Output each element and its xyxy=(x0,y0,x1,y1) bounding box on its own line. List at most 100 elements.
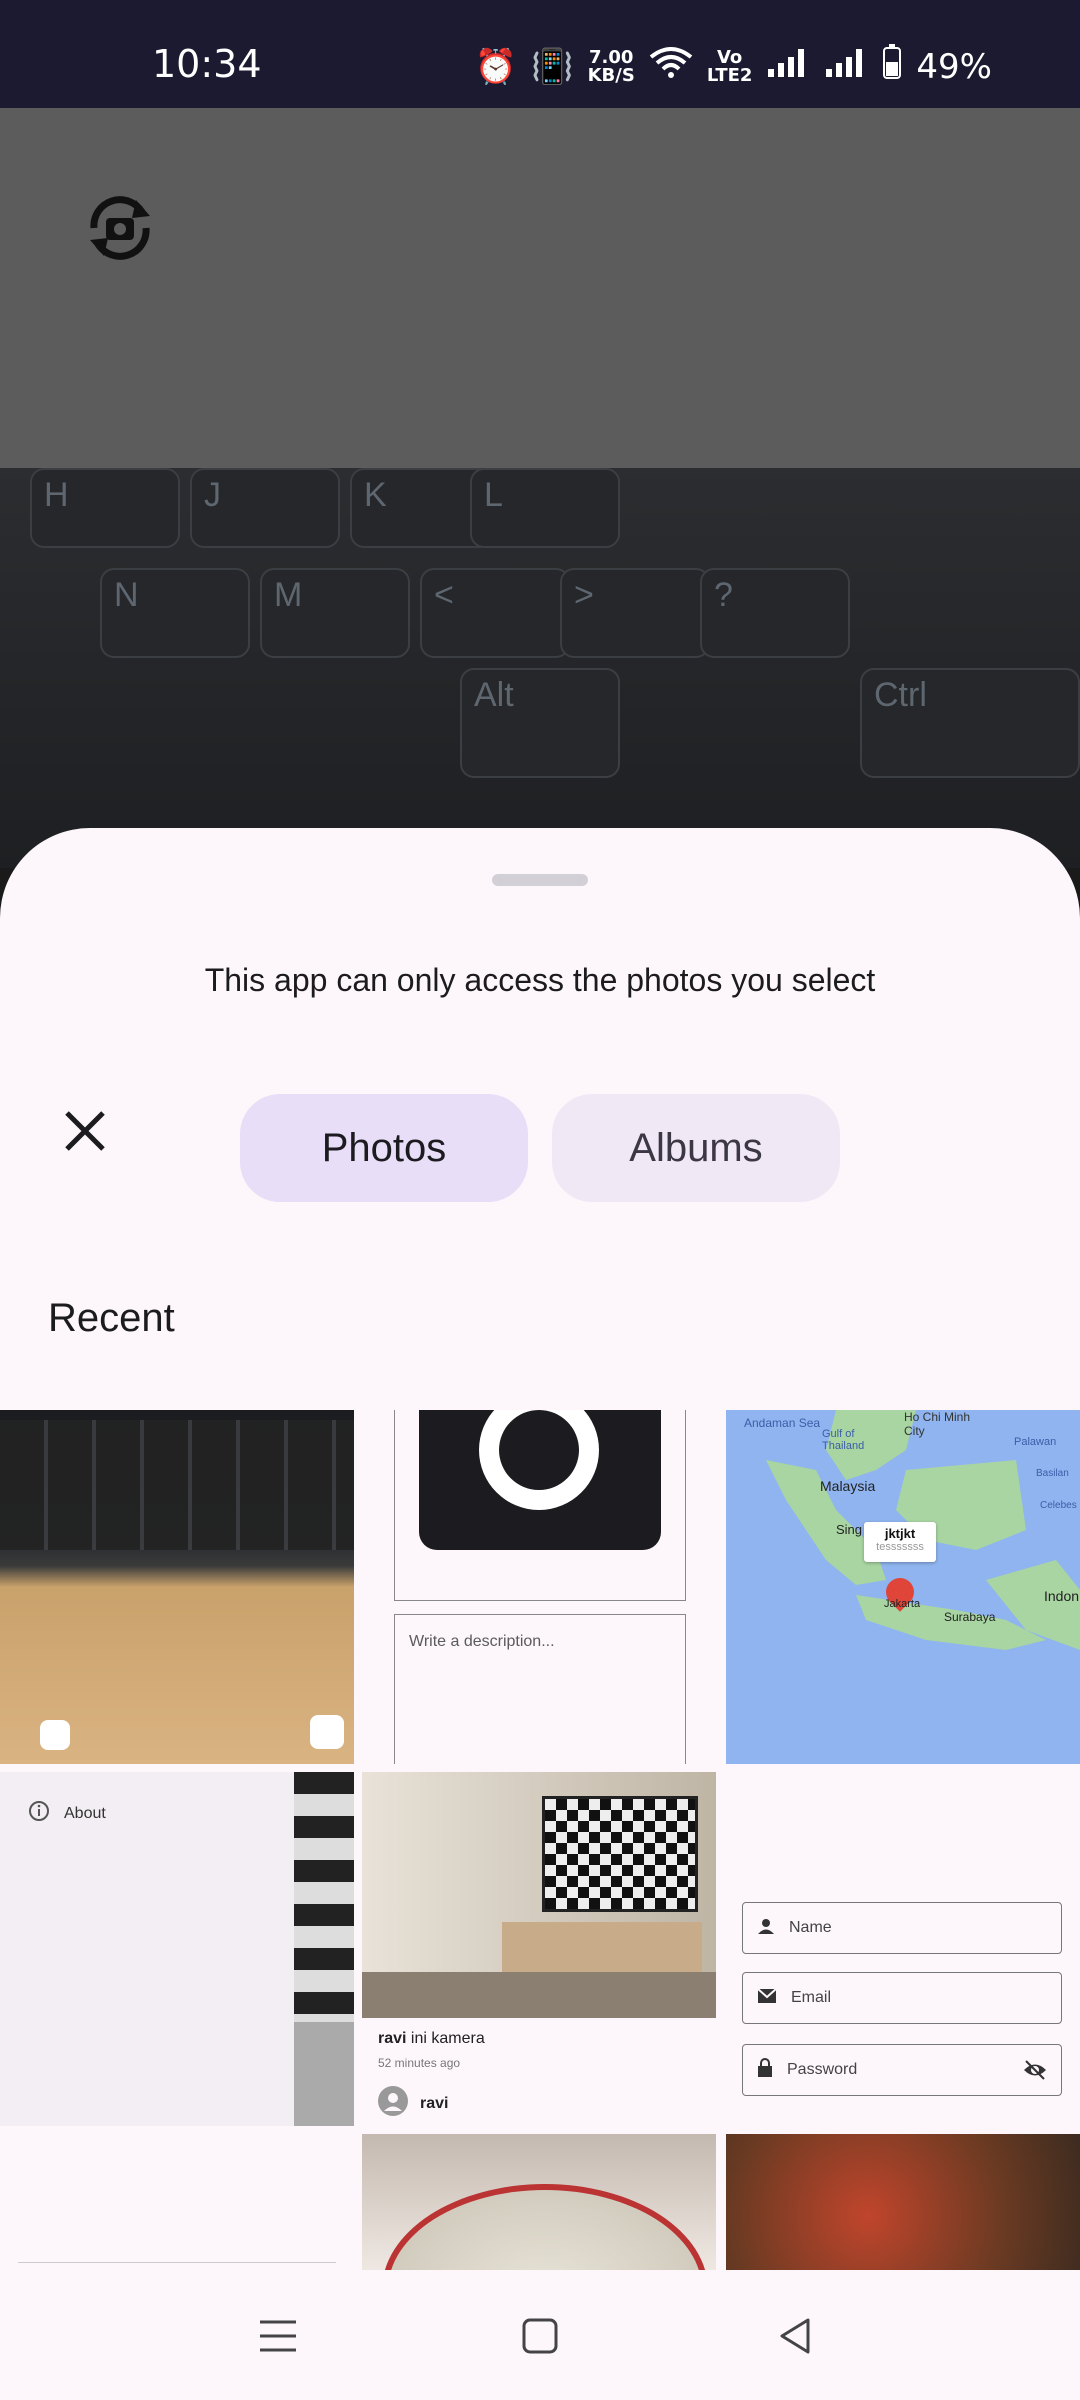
back-triangle-icon xyxy=(772,2318,820,2364)
photo-thumbnail[interactable]: Andaman Sea Ho Chi Minh City Gulf of Tha… xyxy=(726,1410,1080,1764)
map-label: Palawan xyxy=(1014,1436,1057,1448)
marker-title: jktjkt xyxy=(884,1526,916,1541)
map-label: Basilan xyxy=(1036,1468,1069,1479)
form-field-label: Password xyxy=(787,2061,858,2078)
lock-icon xyxy=(757,2057,773,2083)
visibility-off-icon xyxy=(1023,2059,1047,2086)
key: H xyxy=(30,468,180,548)
status-time: 10:34 xyxy=(152,42,262,86)
key: Alt xyxy=(460,668,620,778)
description-placeholder: Write a description... xyxy=(409,1633,555,1650)
photo-thumbnail[interactable] xyxy=(0,1410,354,1764)
form-field-email: Email xyxy=(742,1972,1062,2024)
light-reflection xyxy=(310,1715,344,1749)
tv-checkerboard xyxy=(542,1796,698,1912)
navigation-bar xyxy=(0,2272,1080,2400)
key: ? xyxy=(700,568,850,658)
alarm-icon: ⏰ xyxy=(474,46,518,87)
volte-top: Vo xyxy=(716,46,743,68)
map-label: Andaman Sea xyxy=(744,1416,821,1430)
key: N xyxy=(100,568,250,658)
photo-thumbnail[interactable]: ravi ini kamera 52 minutes ago ravi xyxy=(362,1772,716,2126)
sheet-title: This app can only access the photos you … xyxy=(204,962,876,998)
checkered-image xyxy=(294,1772,354,2022)
map-label: Ho Chi Minh City xyxy=(904,1410,971,1438)
drag-handle[interactable] xyxy=(492,874,588,886)
keyboard-keys-image xyxy=(0,1420,354,1550)
home-button[interactable] xyxy=(516,2312,564,2360)
description-field: Write a description... xyxy=(394,1614,686,1764)
floor xyxy=(362,1972,716,2018)
network-speed-unit: KB/S xyxy=(587,64,635,86)
image-frame xyxy=(394,1410,686,1601)
map-info-window: jktjkt tesssssss xyxy=(864,1522,936,1562)
tab-photos[interactable]: Photos xyxy=(240,1094,528,1202)
close-icon xyxy=(63,1109,107,1158)
photo-thumbnail[interactable]: Write a description... xyxy=(362,1410,716,1764)
person-icon xyxy=(757,1917,775,1940)
key: Ctrl xyxy=(860,668,1080,778)
key: > xyxy=(560,568,710,658)
photo-thumbnail[interactable] xyxy=(362,2134,716,2270)
form-field-label: Email xyxy=(791,1989,832,2006)
key: L xyxy=(470,468,620,548)
map-label: Gulf of Thailand xyxy=(822,1428,865,1452)
signal-2-icon xyxy=(824,45,868,88)
map-label: Jakarta xyxy=(884,1598,921,1610)
room-photo xyxy=(362,1772,716,2018)
status-icons: ⏰ 📳 7.00 KB/S Vo LTE2 49% xyxy=(475,44,992,89)
camera-icon xyxy=(419,1410,661,1550)
image-shadow xyxy=(294,2022,354,2126)
camera-preview xyxy=(0,108,1080,468)
avatar-icon xyxy=(378,2086,408,2121)
map-label: Celebes xyxy=(1040,1500,1077,1511)
post-author-name: ravi xyxy=(420,2094,449,2112)
key: J xyxy=(190,468,340,548)
volte-badge: Vo LTE2 xyxy=(706,46,753,86)
map-label: Surabaya xyxy=(944,1610,996,1624)
form-field-label: Name xyxy=(789,1919,832,1936)
wifi-icon xyxy=(649,45,693,88)
vibrate-icon: 📳 xyxy=(531,46,574,87)
photo-thumbnail[interactable] xyxy=(726,2134,1080,2270)
network-speed-value: 7.00 xyxy=(589,46,634,68)
recent-apps-button[interactable] xyxy=(254,2312,302,2360)
post-author: ravi xyxy=(378,2086,448,2121)
map-label: Indon xyxy=(1044,1588,1080,1604)
menu-icon xyxy=(254,2320,302,2364)
post-text: ini kamera xyxy=(410,2030,485,2047)
food-bowl-image xyxy=(382,2184,708,2270)
battery-percent: 49% xyxy=(916,46,992,87)
back-button[interactable] xyxy=(772,2312,820,2360)
map-label: Malaysia xyxy=(820,1478,876,1494)
signal-1-icon xyxy=(766,45,810,88)
form-field-name: Name xyxy=(742,1902,1062,1954)
square-icon xyxy=(516,2318,564,2364)
mail-icon xyxy=(757,1987,777,2009)
network-speed: 7.00 KB/S xyxy=(587,46,635,86)
close-button[interactable] xyxy=(50,1098,120,1168)
marker-subtitle: tesssssss xyxy=(876,1541,924,1553)
photo-thumbnail[interactable]: About xyxy=(0,1772,354,2126)
post-user: ravi xyxy=(378,2030,407,2047)
form-field-password: Password xyxy=(742,2044,1062,2096)
tab-albums[interactable]: Albums xyxy=(552,1094,840,1202)
photo-grid: Write a description... Andaman Sea Ho Ch… xyxy=(0,1410,1080,2270)
menu-item-about: About xyxy=(28,1800,106,1827)
key: < xyxy=(420,568,570,658)
about-label: About xyxy=(64,1804,106,1822)
switch-camera-icon[interactable] xyxy=(80,188,160,268)
info-icon xyxy=(28,1800,50,1827)
divider xyxy=(18,2262,336,2263)
post-time: 52 minutes ago xyxy=(378,2056,461,2070)
photo-picker-sheet: This app can only access the photos you … xyxy=(0,828,1080,2400)
photo-thumbnail[interactable] xyxy=(0,2134,354,2270)
map-label: Sing xyxy=(836,1522,863,1537)
photo-thumbnail[interactable]: Name Email Password xyxy=(726,1772,1080,2126)
battery-icon xyxy=(882,44,902,89)
camera-feed-keyboard: H J K L N M < > ? Alt Ctrl xyxy=(0,468,1080,868)
volte-bottom: LTE2 xyxy=(706,64,753,86)
post-caption: ravi ini kamera xyxy=(378,2030,485,2048)
section-title-recent: Recent xyxy=(48,1296,175,1340)
key: M xyxy=(260,568,410,658)
